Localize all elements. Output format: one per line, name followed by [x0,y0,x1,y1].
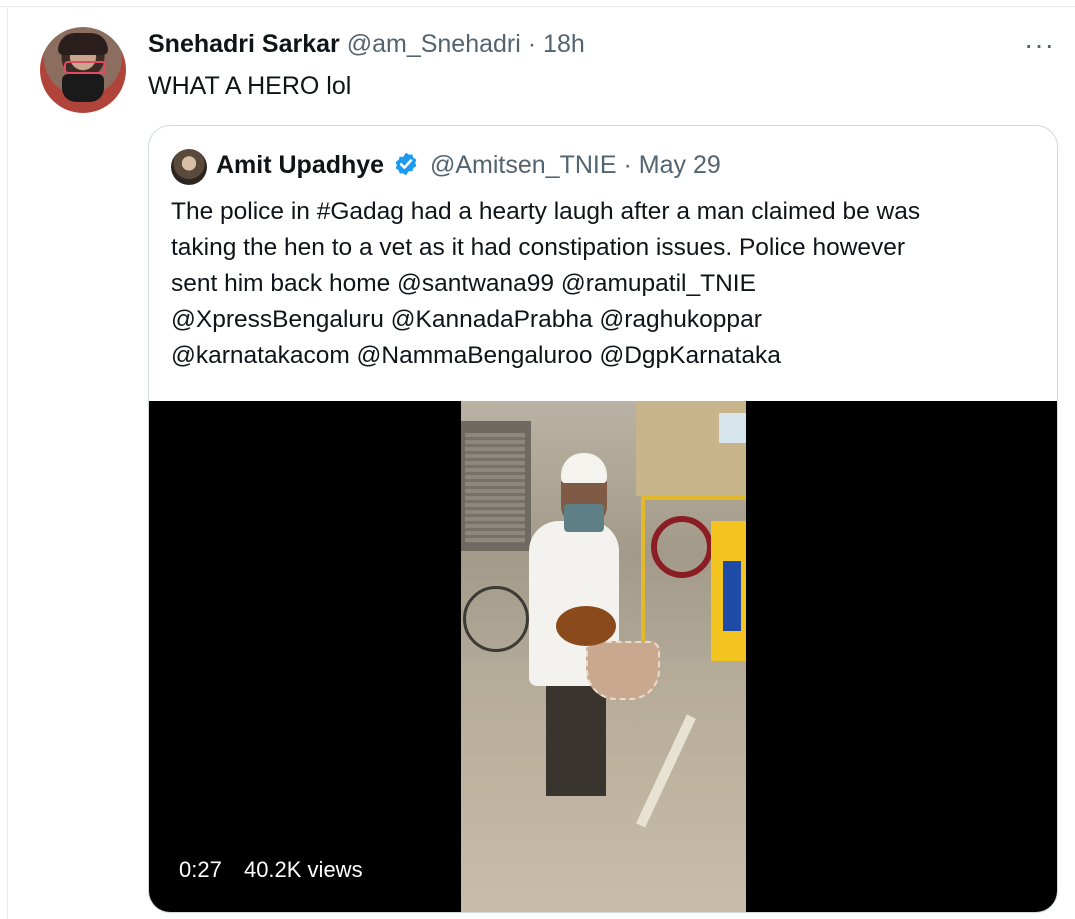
avatar-glasses [64,61,106,74]
quoted-separator-dot: · [623,151,632,179]
timeline-left-border [7,6,8,919]
video-duration: 0:27 [179,857,222,882]
scene-machine-wheel [651,516,713,578]
scene-police-board-panel [723,561,741,631]
separator-dot: · [527,30,537,58]
scene-man-pants [546,681,606,796]
more-options-icon[interactable]: ··· [1024,30,1060,60]
scene-cart-wheel [463,586,529,652]
quoted-text-line: @karnatakacom @NammaBengaluroo @DgpKarna… [171,342,781,369]
quoted-tweet-date: May 29 [638,151,721,179]
timeline-top-border [0,6,1075,7]
quoted-author-avatar [171,149,207,185]
scene-man-cap [561,453,607,483]
scene-shutter [465,433,525,543]
quoted-text-line: The police in #Gadag had a hearty laugh … [171,198,921,225]
scene-man-facemask [564,504,604,532]
avatar-hair [58,33,108,55]
quoted-text-line: taking the hen to a vet as it had consti… [171,234,906,261]
author-name[interactable]: Snehadri Sarkar [148,30,340,58]
tweet-time[interactable]: 18h [543,30,585,58]
quoted-tweet-text: The police in #Gadag had a hearty laugh … [171,194,1041,374]
scene-bag [586,641,660,700]
quoted-text-line: sent him back home @santwana99 @ramupati… [171,270,756,297]
video-frame [461,401,746,912]
tweet-header: Snehadri Sarkar @am_Snehadri · 18h [148,30,585,59]
verified-badge-icon [393,151,419,184]
scene-sign [719,413,746,443]
quoted-author-handle: @Amitsen_TNIE [430,151,617,179]
video-meta: 0:27 40.2K views [179,857,363,883]
quoted-text-line: @XpressBengaluru @KannadaPrabha @raghuko… [171,306,762,333]
video-views: 40.2K views [243,857,363,882]
video-player[interactable]: 0:27 40.2K views [149,401,1057,912]
author-avatar[interactable] [40,27,126,113]
quoted-tweet-header: Amit Upadhye @Amitsen_TNIE · May 29 [216,151,721,184]
quoted-author-name: Amit Upadhye [216,151,385,179]
author-handle[interactable]: @am_Snehadri [347,30,521,58]
tweet-text: WHAT A HERO lol [148,72,352,100]
avatar-mask [62,74,104,102]
quoted-tweet-card[interactable]: Amit Upadhye @Amitsen_TNIE · May 29 The … [148,125,1058,913]
scene-hen [556,606,616,646]
